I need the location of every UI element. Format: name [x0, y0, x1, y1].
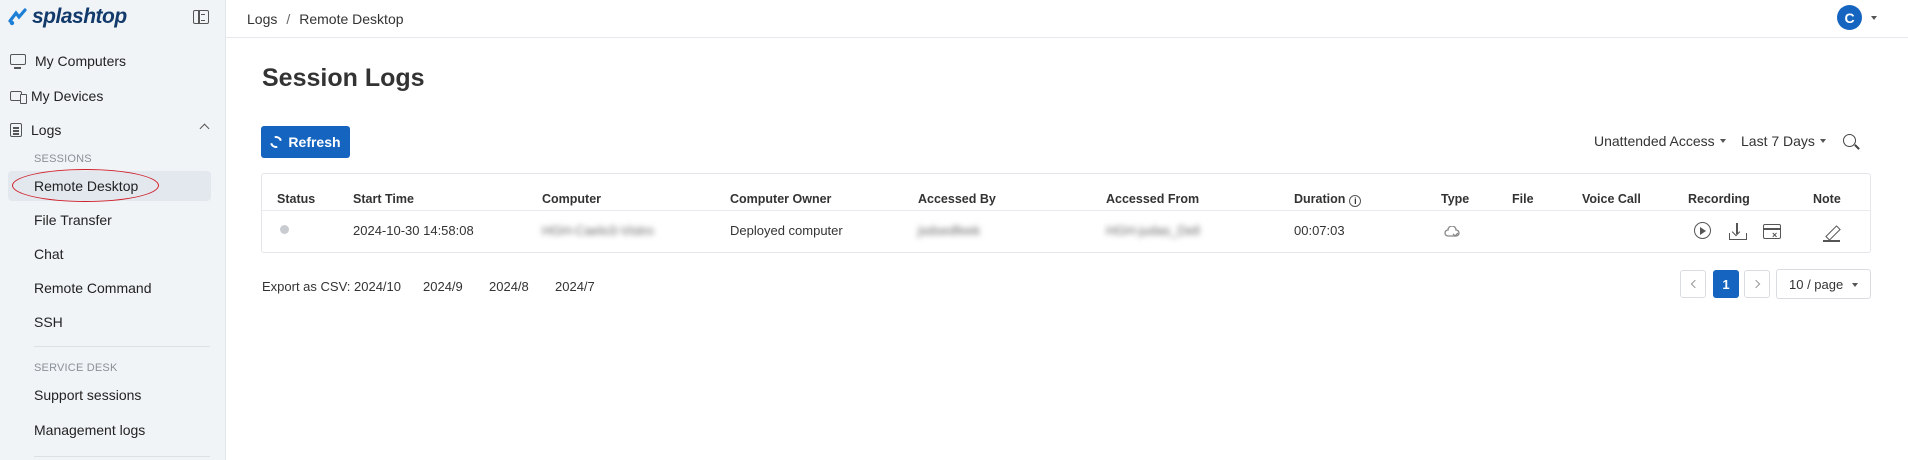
sidebar-item-my-devices[interactable]: My Devices — [0, 81, 226, 111]
export-link-2024-9[interactable]: 2024/9 — [423, 279, 463, 294]
download-icon[interactable] — [1728, 222, 1748, 242]
breadcrumb-current: Remote Desktop — [299, 10, 404, 27]
section-label-service-desk: SERVICE DESK — [34, 362, 118, 374]
sidebar-collapse-icon[interactable] — [193, 10, 209, 24]
cell-computer: HGH-Caelo3-Vistro — [542, 223, 654, 238]
search-icon[interactable] — [1842, 133, 1860, 151]
session-table: Status Start Time Computer Computer Owne… — [261, 173, 1871, 253]
column-header-duration: Duration i — [1294, 192, 1362, 207]
column-header-voice-call: Voice Call — [1582, 192, 1641, 206]
monitor-icon — [10, 54, 26, 69]
cell-computer-owner: Deployed computer — [730, 223, 843, 238]
refresh-label: Refresh — [288, 134, 341, 150]
delete-recording-icon[interactable]: × — [1763, 224, 1781, 240]
sidebar-item-management-logs[interactable]: Management logs — [0, 415, 226, 445]
duration-header-label: Duration — [1294, 192, 1346, 206]
column-header-accessed-by: Accessed By — [918, 192, 996, 206]
column-header-start-time[interactable]: Start Time — [353, 192, 414, 206]
topbar: Logs / Remote Desktop — [226, 0, 1908, 38]
next-page-button[interactable] — [1744, 270, 1770, 298]
chevron-down-icon[interactable] — [1871, 16, 1877, 20]
prev-page-button[interactable] — [1680, 270, 1706, 298]
breadcrumb-parent[interactable]: Logs — [247, 11, 277, 27]
export-link-2024-7[interactable]: 2024/7 — [555, 279, 595, 294]
export-link-2024-10[interactable]: 2024/10 — [354, 279, 401, 294]
devices-icon — [10, 91, 27, 104]
sidebar-item-label: My Computers — [35, 53, 127, 69]
breadcrumb-separator: / — [286, 10, 291, 27]
sidebar-item-ssh[interactable]: SSH — [0, 307, 226, 337]
column-header-type: Type — [1441, 192, 1470, 206]
cloud-connection-icon — [1444, 226, 1460, 237]
column-header-computer-owner: Computer Owner — [730, 192, 832, 206]
access-type-value: Unattended Access — [1594, 133, 1715, 149]
sidebar-item-support-sessions[interactable]: Support sessions — [0, 380, 226, 410]
download-arrow — [1731, 227, 1741, 237]
edit-note-icon[interactable] — [1822, 222, 1842, 242]
sidebar-item-chat[interactable]: Chat — [0, 239, 226, 269]
cell-accessed-from: HGH-judas_Dell — [1106, 223, 1200, 238]
section-label-sessions: SESSIONS — [34, 153, 92, 165]
refresh-icon — [268, 133, 285, 151]
sidebar-item-file-transfer[interactable]: File Transfer — [0, 205, 226, 235]
column-header-file: File — [1512, 192, 1534, 206]
column-header-recording: Recording — [1688, 192, 1750, 206]
sidebar-item-remote-command[interactable]: Remote Command — [0, 273, 226, 303]
avatar[interactable]: C — [1837, 5, 1862, 30]
header-divider — [262, 210, 1870, 211]
chevron-down-icon — [1819, 139, 1826, 143]
export-csv-label: Export as CSV: — [262, 279, 351, 294]
refresh-button[interactable]: Refresh — [261, 126, 350, 158]
date-range-value: Last 7 Days — [1741, 133, 1815, 149]
sidebar: splashtop My Computers My Devices Logs S… — [0, 0, 226, 460]
divider — [34, 346, 210, 347]
page-title: Session Logs — [262, 64, 425, 92]
page-size-select[interactable]: 10 / page — [1776, 269, 1871, 299]
column-header-accessed-from: Accessed From — [1106, 192, 1200, 206]
splashtop-logo-icon — [8, 8, 27, 26]
chevron-down-icon — [1852, 283, 1858, 287]
column-header-note: Note — [1813, 192, 1841, 206]
logo[interactable]: splashtop — [0, 0, 225, 34]
info-icon[interactable]: i — [1349, 195, 1362, 207]
cell-start-time: 2024-10-30 14:58:08 — [353, 223, 474, 238]
date-range-dropdown[interactable]: Last 7 Days — [1741, 133, 1826, 149]
divider — [34, 456, 210, 457]
access-type-dropdown[interactable]: Unattended Access — [1594, 133, 1726, 149]
sidebar-item-remote-desktop[interactable]: Remote Desktop — [8, 171, 211, 201]
export-link-2024-8[interactable]: 2024/8 — [489, 279, 529, 294]
status-indicator — [280, 225, 289, 234]
chevron-left-icon — [1690, 279, 1699, 289]
sidebar-item-label: My Devices — [31, 88, 104, 104]
sidebar-item-logs[interactable]: Logs — [0, 115, 226, 145]
page-size-value: 10 / page — [1789, 276, 1844, 292]
column-header-status: Status — [277, 192, 316, 206]
brand-name: splashtop — [32, 5, 127, 28]
cell-duration: 00:07:03 — [1294, 223, 1345, 238]
column-header-computer: Computer — [542, 192, 602, 206]
play-recording-icon[interactable] — [1694, 222, 1711, 239]
chevron-up-icon — [199, 123, 210, 134]
sidebar-item-my-computers[interactable]: My Computers — [0, 46, 226, 76]
sidebar-item-label: Logs — [31, 122, 62, 138]
chevron-right-icon — [1751, 279, 1760, 289]
cell-accessed-by: jsdsedfeek — [918, 223, 981, 238]
close-icon: × — [1772, 230, 1778, 240]
logs-icon — [10, 123, 22, 137]
chevron-down-icon — [1719, 139, 1726, 143]
page-number-current[interactable]: 1 — [1713, 270, 1739, 298]
